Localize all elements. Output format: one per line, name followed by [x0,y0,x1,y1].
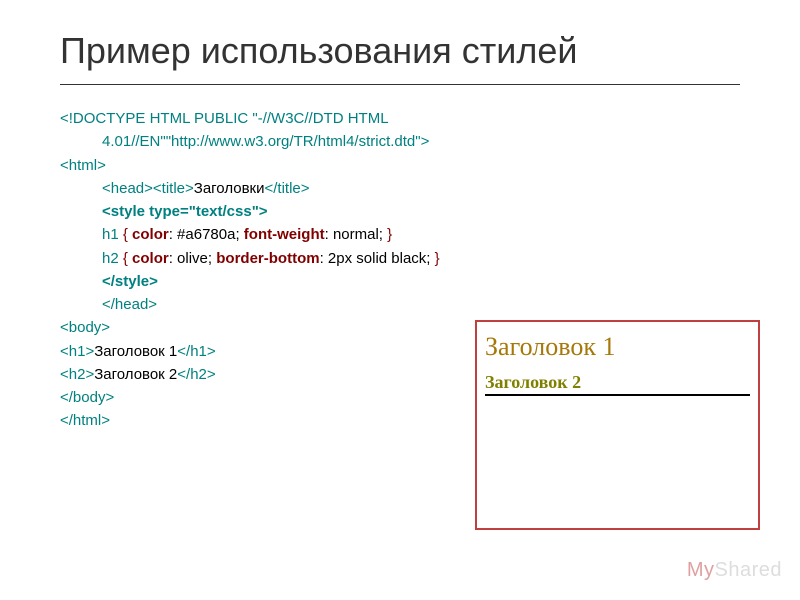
watermark: MyShared [687,559,782,582]
code-tag: </h2> [177,366,215,383]
watermark-shared: Shared [715,559,783,581]
code-text: Заголовок 1 [94,343,177,360]
code-prop: color [128,250,169,267]
code-tag: </h1> [177,343,215,360]
code-tag: <head><title> [102,180,194,197]
slide-title: Пример использования стилей [60,30,740,85]
code-brace: } [387,226,392,243]
render-preview: Заголовок 1 Заголовок 2 [475,320,760,530]
code-line: </head> [102,296,157,313]
watermark-my: My [687,559,715,581]
code-val: : 2px solid black; [320,250,435,267]
code-val: : normal; [325,226,388,243]
code-tag: </title> [265,180,310,197]
code-line: 4.01//EN""http://www.w3.org/TR/html4/str… [102,133,429,150]
code-text: Заголовок 2 [94,366,177,383]
code-brace: } [435,250,440,267]
code-line: <html> [60,157,106,174]
code-line: <body> [60,319,110,336]
code-line: </html> [60,412,110,429]
code-tag: <h1> [60,343,94,360]
code-prop: color [128,226,169,243]
preview-h2: Заголовок 2 [485,372,750,396]
code-selector: h1 [102,226,123,243]
preview-h1: Заголовок 1 [485,332,750,362]
code-style-open: <style type="text/css"> [102,203,268,220]
code-line: <!DOCTYPE HTML PUBLIC "-//W3C//DTD HTML [60,110,389,127]
code-val: : #a6780a; [169,226,244,243]
code-val: : olive; [169,250,217,267]
code-text: Заголовки [194,180,265,197]
code-tag: <h2> [60,366,94,383]
code-prop: font-weight [244,226,325,243]
code-line: </body> [60,389,114,406]
code-style-close: </style> [102,273,158,290]
code-prop: border-bottom [216,250,319,267]
code-selector: h2 [102,250,123,267]
